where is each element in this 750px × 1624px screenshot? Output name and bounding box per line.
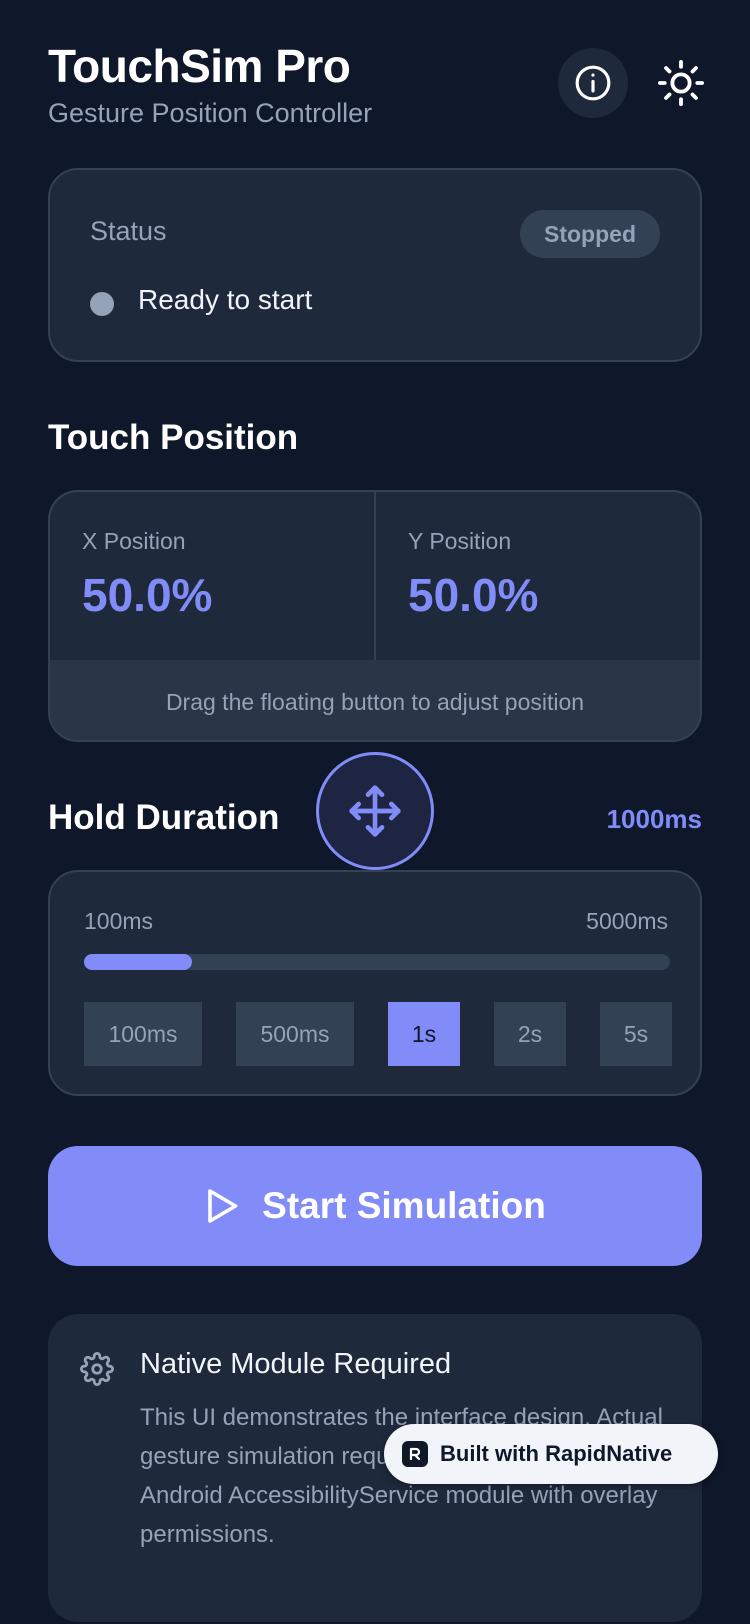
hold-duration-title: Hold Duration <box>48 798 280 837</box>
duration-slider[interactable] <box>84 954 670 970</box>
rapidnative-logo-icon <box>402 1441 428 1467</box>
preset-2s-button[interactable]: 2s <box>494 1002 566 1066</box>
gear-icon <box>80 1352 114 1386</box>
info-button[interactable] <box>558 48 628 118</box>
status-label: Status <box>90 216 167 246</box>
y-position-value: 50.0% <box>408 569 539 621</box>
range-max-label: 5000ms <box>586 908 668 934</box>
x-position-label: X Position <box>82 528 186 554</box>
floating-drag-button[interactable] <box>316 752 434 870</box>
move-icon <box>349 785 401 837</box>
status-message: Ready to start <box>138 284 313 315</box>
play-icon <box>208 1189 238 1223</box>
status-card: Status Stopped Ready to start <box>48 168 702 362</box>
range-min-label: 100ms <box>84 908 154 934</box>
position-hint: Drag the floating button to adjust posit… <box>50 660 700 740</box>
preset-500ms-button[interactable]: 500ms <box>236 1002 354 1066</box>
start-simulation-label: Start Simulation <box>262 1185 546 1226</box>
x-position-value: 50.0% <box>82 569 213 621</box>
status-indicator-dot <box>90 292 114 316</box>
note-title: Native Module Required <box>140 1348 452 1380</box>
duration-presets: 100ms 500ms 1s 2s 5s <box>84 1002 672 1066</box>
status-badge: Stopped <box>520 210 660 258</box>
y-position-panel: Y Position 50.0% <box>376 492 700 660</box>
preset-1s-button[interactable]: 1s <box>388 1002 460 1066</box>
touch-position-title: Touch Position <box>48 418 299 457</box>
built-with-badge[interactable]: Built with RapidNative <box>384 1424 718 1484</box>
start-simulation-button[interactable]: Start Simulation <box>48 1146 702 1266</box>
theme-toggle-button[interactable] <box>650 52 712 114</box>
built-with-label: Built with RapidNative <box>440 1441 673 1466</box>
preset-5s-button[interactable]: 5s <box>600 1002 672 1066</box>
info-icon <box>575 65 611 101</box>
app-header: TouchSim Pro Gesture Position Controller <box>48 36 704 136</box>
duration-slider-fill <box>84 954 192 970</box>
hold-duration-value: 1000ms <box>606 804 702 834</box>
y-position-label: Y Position <box>408 528 512 554</box>
sun-icon <box>658 60 704 106</box>
touch-position-card: X Position 50.0% Y Position 50.0% Drag t… <box>48 490 702 742</box>
preset-100ms-button[interactable]: 100ms <box>84 1002 202 1066</box>
x-position-panel: X Position 50.0% <box>50 492 376 660</box>
hold-duration-card: 100ms 5000ms 100ms 500ms 1s 2s 5s <box>48 870 702 1096</box>
